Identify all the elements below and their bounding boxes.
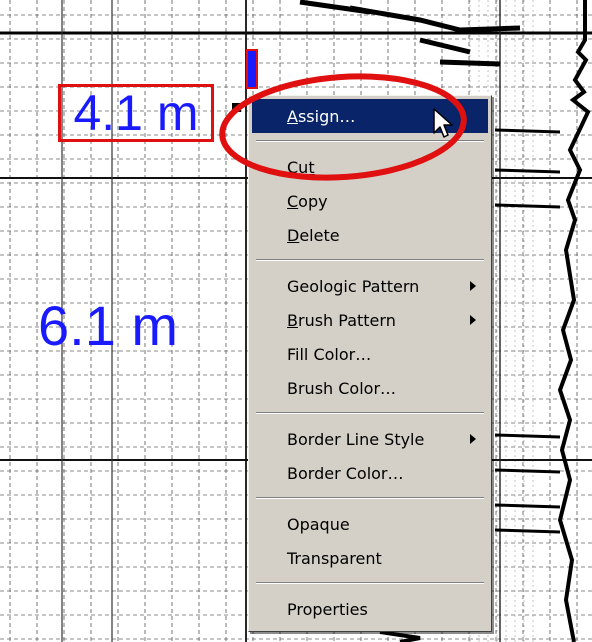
menu-item-copy[interactable]: Copy [252, 184, 488, 218]
menu-item-label: Brush Color… [287, 378, 397, 398]
depth-label-selected[interactable]: 4.1 m [58, 84, 214, 142]
menu-item-label: Border Color… [287, 463, 404, 483]
menu-item-transparent[interactable]: Transparent [252, 541, 488, 575]
menu-item-label: Border Line Style [287, 429, 425, 449]
menu-item-label: Copy [287, 191, 328, 211]
menu-item-cut[interactable]: Cut [252, 150, 488, 184]
menu-item-brush-color[interactable]: Brush Color… [252, 371, 488, 405]
log-tick [494, 168, 561, 174]
menu-item-label: Opaque [287, 514, 350, 534]
menu-separator [256, 582, 484, 584]
menu-item-delete[interactable]: Delete [252, 218, 488, 252]
log-tick [494, 528, 561, 534]
log-tick [494, 503, 561, 509]
log-tick [494, 128, 561, 134]
menu-item-label: Delete [287, 225, 340, 245]
selection-handle [232, 103, 241, 112]
menu-item-border-color[interactable]: Border Color… [252, 456, 488, 490]
menu-item-label: Assign… [287, 106, 356, 126]
menu-item-properties[interactable]: Properties [252, 592, 488, 626]
menu-separator [256, 497, 484, 499]
menu-item-label: Fill Color… [287, 344, 372, 364]
arrow-cursor-icon [433, 108, 453, 138]
context-menu: Assign… Cut Copy Delete Geologic Pattern Brus… [248, 95, 492, 632]
selected-marker [246, 49, 258, 89]
menu-item-opaque[interactable]: Opaque [252, 507, 488, 541]
log-tick [494, 433, 561, 439]
log-tick [494, 468, 561, 474]
menu-item-brush-pattern[interactable]: Brush Pattern [252, 303, 488, 337]
menu-separator [256, 412, 484, 414]
menu-item-fill-color[interactable]: Fill Color… [252, 337, 488, 371]
submenu-arrow-icon [470, 434, 476, 444]
submenu-arrow-icon [470, 315, 476, 325]
menu-item-label: Properties [287, 599, 368, 619]
menu-item-geologic-pattern[interactable]: Geologic Pattern [252, 269, 488, 303]
menu-item-label: Brush Pattern [287, 310, 396, 330]
menu-item-label: Geologic Pattern [287, 276, 420, 296]
menu-item-border-line-style[interactable]: Border Line Style [252, 422, 488, 456]
log-tick [494, 203, 561, 209]
menu-separator [256, 259, 484, 261]
menu-item-label: Cut [287, 157, 315, 177]
log-curve [557, 0, 591, 642]
depth-label[interactable]: 6.1 m [38, 298, 178, 354]
menu-item-label: Transparent [287, 548, 382, 568]
submenu-arrow-icon [470, 281, 476, 291]
log-curve-fragment [379, 630, 421, 642]
